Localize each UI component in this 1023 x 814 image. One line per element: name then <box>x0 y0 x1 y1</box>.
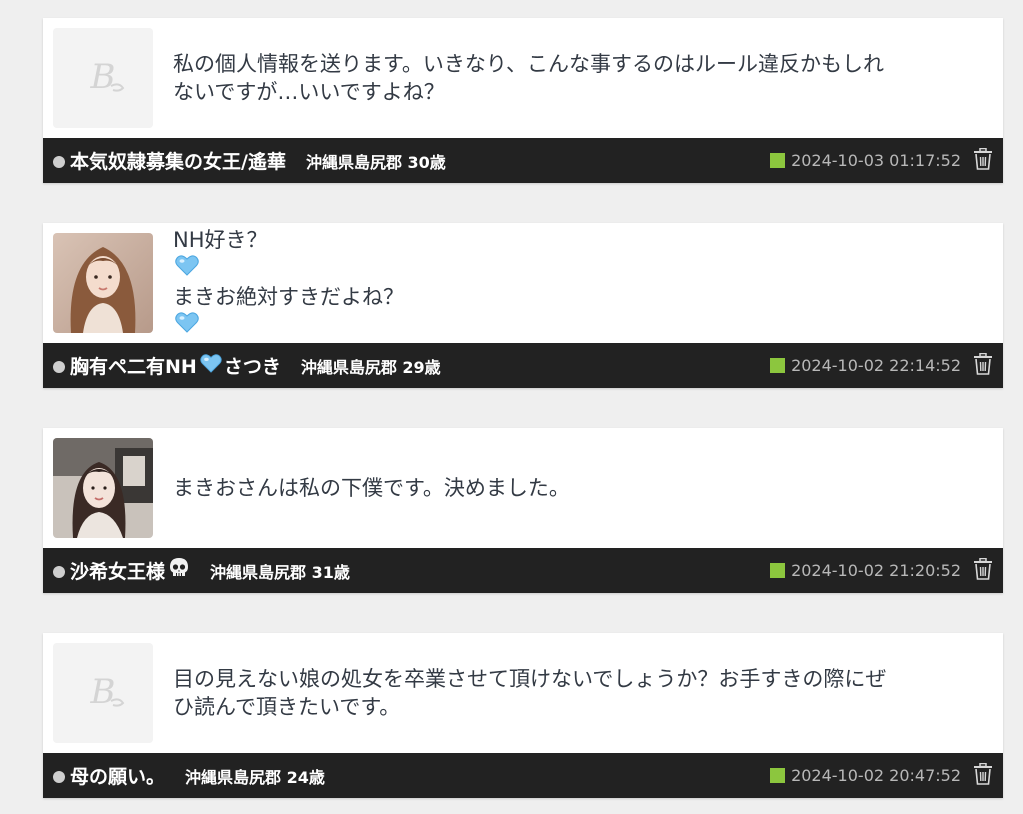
post-timestamp: 2024-10-02 21:20:52 <box>791 561 961 580</box>
svg-text:B: B <box>90 57 116 97</box>
placeholder-logo-icon: B <box>53 643 153 743</box>
post-timestamp: 2024-10-03 01:17:52 <box>791 151 961 170</box>
user-location-age: 沖縄県島尻郡 29歳 <box>300 357 441 377</box>
post-body[interactable]: まきおさんは私の下僕です。決めました。 <box>43 428 1003 548</box>
avatar-placeholder-logo[interactable]: B <box>53 643 153 743</box>
user-name-part: さつき <box>223 356 281 378</box>
blue-heart-emoji <box>175 254 402 283</box>
blue-heart-emoji <box>200 353 222 378</box>
trash-icon[interactable] <box>973 147 993 174</box>
chat-bubble-icon <box>53 566 65 578</box>
post-footer: 胸有ペ二有NH さつき 沖縄県島尻郡 29歳 2024-10-02 22:14:… <box>43 343 1003 388</box>
avatar-photo-image <box>53 438 153 538</box>
post-footer: 母の願い。 沖縄県島尻郡 24歳 2024-10-02 20:47:52 <box>43 753 1003 798</box>
post-card[interactable]: NH好き？ まきお絶対すきだよね？ 胸有ペ二有NH さつき 沖縄県島尻郡 29歳 … <box>43 223 1003 388</box>
message-text: まきお絶対すきだよね？ <box>173 285 404 309</box>
svg-text:B: B <box>90 672 116 712</box>
user-name[interactable]: 沙希女王様 <box>70 557 190 584</box>
avatar-photo-image <box>53 233 153 333</box>
post-body[interactable]: NH好き？ まきお絶対すきだよね？ <box>43 223 1003 343</box>
post-card[interactable]: B 目の見えない娘の処女を卒業させて頂けないでしょうか？お手すきの際にぜ ひ読ん… <box>43 633 1003 798</box>
green-square-icon <box>770 153 786 168</box>
post-message[interactable]: 私の個人情報を送ります。いきなり、こんな事するのはルール違反かもしれ ないですが… <box>173 18 988 138</box>
green-square-icon <box>770 563 786 578</box>
placeholder-logo-icon: B <box>53 28 153 128</box>
user-location-age: 沖縄県島尻郡 31歳 <box>210 562 350 582</box>
message-line: まきおさんは私の下僕です。決めました。 <box>173 476 570 500</box>
message-line: ひ読んで頂きたいです。 <box>173 695 401 719</box>
post-body[interactable]: B 私の個人情報を送ります。いきなり、こんな事するのはルール違反かもしれ ないで… <box>43 18 1003 138</box>
green-square-icon <box>770 768 786 783</box>
skull-emoji <box>168 557 190 584</box>
user-location-age: 沖縄県島尻郡 24歳 <box>185 767 325 787</box>
user-name[interactable]: 本気奴隷募集の女王/遙華 <box>70 147 286 174</box>
user-name[interactable]: 母の願い。 <box>70 762 165 789</box>
post-footer: 沙希女王様 沖縄県島尻郡 31歳 2024-10-02 21:20:52 <box>43 548 1003 593</box>
message-text: NH好き？ <box>173 228 268 252</box>
message-feed: B 私の個人情報を送ります。いきなり、こんな事するのはルール違反かもしれ ないで… <box>0 0 1023 814</box>
message-line: 目の見えない娘の処女を卒業させて頂けないでしょうか？お手すきの際にぜ <box>173 667 887 691</box>
user-name-part: 沙希女王様 <box>70 561 166 583</box>
post-message[interactable]: NH好き？ まきお絶対すきだよね？ <box>173 223 988 343</box>
post-body[interactable]: B 目の見えない娘の処女を卒業させて頂けないでしょうか？お手すきの際にぜ ひ読ん… <box>43 633 1003 753</box>
post-timestamp: 2024-10-02 22:14:52 <box>791 356 961 375</box>
post-card[interactable]: B 私の個人情報を送ります。いきなり、こんな事するのはルール違反かもしれ ないで… <box>43 18 1003 183</box>
user-location-age: 沖縄県島尻郡 30歳 <box>305 152 446 172</box>
post-message[interactable]: まきおさんは私の下僕です。決めました。 <box>173 428 988 548</box>
post-footer: 本気奴隷募集の女王/遙華 沖縄県島尻郡 30歳 2024-10-03 01:17… <box>43 138 1003 183</box>
chat-bubble-icon <box>53 361 65 373</box>
avatar-photo[interactable] <box>53 438 153 538</box>
chat-bubble-icon <box>53 771 65 783</box>
chat-bubble-icon <box>53 156 65 168</box>
post-message[interactable]: 目の見えない娘の処女を卒業させて頂けないでしょうか？お手すきの際にぜ ひ読んで頂… <box>173 633 988 753</box>
message-line: ないですが…いいですよね？ <box>173 80 445 104</box>
trash-icon[interactable] <box>973 762 993 789</box>
green-square-icon <box>770 358 786 373</box>
avatar-placeholder-logo[interactable]: B <box>53 28 153 128</box>
blue-heart-emoji <box>175 311 402 340</box>
post-card[interactable]: まきおさんは私の下僕です。決めました。 沙希女王様 沖縄県島尻郡 31歳 202… <box>43 428 1003 593</box>
avatar-photo[interactable] <box>53 233 153 333</box>
user-name[interactable]: 胸有ペ二有NH さつき <box>70 352 281 379</box>
trash-icon[interactable] <box>973 352 993 379</box>
user-name-part: 胸有ペ二有NH <box>70 356 197 378</box>
post-timestamp: 2024-10-02 20:47:52 <box>791 766 961 785</box>
trash-icon[interactable] <box>973 557 993 584</box>
message-line: 私の個人情報を送ります。いきなり、こんな事するのはルール違反かもしれ <box>173 52 885 76</box>
